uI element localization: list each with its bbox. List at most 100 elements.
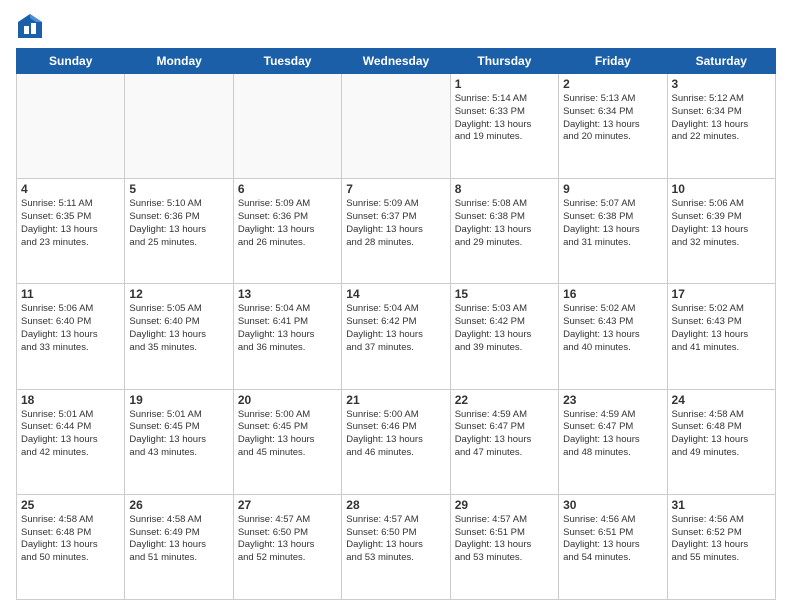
day-info: Sunrise: 5:06 AM Sunset: 6:39 PM Dayligh… [672, 198, 771, 249]
calendar-cell: 27 Sunrise: 4:57 AM Sunset: 6:50 PM Dayli… [233, 494, 341, 599]
day-number: 28 [346, 498, 445, 512]
calendar-cell: 24 Sunrise: 4:58 AM Sunset: 6:48 PM Dayli… [667, 389, 775, 494]
calendar-cell: 23Sunrise: 4:59 AM Sunset: 6:47 PM Dayli… [559, 389, 667, 494]
day-number: 10 [672, 182, 771, 196]
day-info: Sunrise: 5:03 AM Sunset: 6:42 PM Dayligh… [455, 303, 554, 354]
day-number: 20 [238, 393, 337, 407]
calendar-cell: 30Sunrise: 4:56 AM Sunset: 6:51 PM Dayli… [559, 494, 667, 599]
day-info: Sunrise: 4:57 AM Sunset: 6:51 PM Dayligh… [455, 514, 554, 565]
day-number: 16 [563, 287, 662, 301]
day-info: Sunrise: 5:00 AM Sunset: 6:46 PM Dayligh… [346, 409, 445, 460]
calendar-header-friday: Friday [559, 49, 667, 74]
calendar-cell: 29 Sunrise: 4:57 AM Sunset: 6:51 PM Dayli… [450, 494, 558, 599]
day-number: 26 [129, 498, 228, 512]
day-info: Sunrise: 5:12 AM Sunset: 6:34 PM Dayligh… [672, 93, 771, 144]
day-number: 31 [672, 498, 771, 512]
day-info: Sunrise: 5:01 AM Sunset: 6:45 PM Dayligh… [129, 409, 228, 460]
logo [16, 12, 48, 40]
calendar-header-sunday: Sunday [17, 49, 125, 74]
day-number: 23 [563, 393, 662, 407]
day-number: 8 [455, 182, 554, 196]
day-number: 12 [129, 287, 228, 301]
calendar-cell: 9 Sunrise: 5:07 AM Sunset: 6:38 PM Daylig… [559, 179, 667, 284]
page: SundayMondayTuesdayWednesdayThursdayFrid… [0, 0, 792, 612]
calendar-cell: 17 Sunrise: 5:02 AM Sunset: 6:43 PM Dayli… [667, 284, 775, 389]
calendar-cell: 16 Sunrise: 5:02 AM Sunset: 6:43 PM Dayli… [559, 284, 667, 389]
calendar-cell: 2Sunrise: 5:13 AM Sunset: 6:34 PM Daylig… [559, 74, 667, 179]
calendar-cell: 18 Sunrise: 5:01 AM Sunset: 6:44 PM Dayli… [17, 389, 125, 494]
day-info: Sunrise: 5:05 AM Sunset: 6:40 PM Dayligh… [129, 303, 228, 354]
calendar-header-wednesday: Wednesday [342, 49, 450, 74]
day-info: Sunrise: 5:09 AM Sunset: 6:37 PM Dayligh… [346, 198, 445, 249]
calendar-week-4: 25Sunrise: 4:58 AM Sunset: 6:48 PM Dayli… [17, 494, 776, 599]
day-info: Sunrise: 5:10 AM Sunset: 6:36 PM Dayligh… [129, 198, 228, 249]
calendar-cell: 12 Sunrise: 5:05 AM Sunset: 6:40 PM Dayli… [125, 284, 233, 389]
day-number: 4 [21, 182, 120, 196]
day-number: 18 [21, 393, 120, 407]
day-number: 17 [672, 287, 771, 301]
day-number: 22 [455, 393, 554, 407]
day-number: 15 [455, 287, 554, 301]
day-number: 27 [238, 498, 337, 512]
day-info: Sunrise: 4:57 AM Sunset: 6:50 PM Dayligh… [346, 514, 445, 565]
calendar-cell: 21 Sunrise: 5:00 AM Sunset: 6:46 PM Dayli… [342, 389, 450, 494]
day-info: Sunrise: 5:04 AM Sunset: 6:41 PM Dayligh… [238, 303, 337, 354]
day-info: Sunrise: 4:58 AM Sunset: 6:49 PM Dayligh… [129, 514, 228, 565]
day-info: Sunrise: 4:58 AM Sunset: 6:48 PM Dayligh… [672, 409, 771, 460]
day-info: Sunrise: 4:56 AM Sunset: 6:52 PM Dayligh… [672, 514, 771, 565]
calendar-header-monday: Monday [125, 49, 233, 74]
calendar-header-thursday: Thursday [450, 49, 558, 74]
logo-icon [16, 12, 44, 40]
day-info: Sunrise: 5:06 AM Sunset: 6:40 PM Dayligh… [21, 303, 120, 354]
day-number: 29 [455, 498, 554, 512]
day-number: 6 [238, 182, 337, 196]
day-number: 25 [21, 498, 120, 512]
day-number: 13 [238, 287, 337, 301]
calendar-cell: 14 Sunrise: 5:04 AM Sunset: 6:42 PM Dayli… [342, 284, 450, 389]
calendar-header-saturday: Saturday [667, 49, 775, 74]
day-info: Sunrise: 5:01 AM Sunset: 6:44 PM Dayligh… [21, 409, 120, 460]
day-number: 3 [672, 77, 771, 91]
day-number: 21 [346, 393, 445, 407]
calendar-cell [125, 74, 233, 179]
day-info: Sunrise: 4:57 AM Sunset: 6:50 PM Dayligh… [238, 514, 337, 565]
day-info: Sunrise: 5:04 AM Sunset: 6:42 PM Dayligh… [346, 303, 445, 354]
day-number: 19 [129, 393, 228, 407]
calendar-cell: 8 Sunrise: 5:08 AM Sunset: 6:38 PM Daylig… [450, 179, 558, 284]
day-number: 7 [346, 182, 445, 196]
calendar-cell [17, 74, 125, 179]
calendar-table: SundayMondayTuesdayWednesdayThursdayFrid… [16, 48, 776, 600]
calendar-header-tuesday: Tuesday [233, 49, 341, 74]
day-number: 9 [563, 182, 662, 196]
day-info: Sunrise: 4:56 AM Sunset: 6:51 PM Dayligh… [563, 514, 662, 565]
day-number: 2 [563, 77, 662, 91]
calendar-cell: 19 Sunrise: 5:01 AM Sunset: 6:45 PM Dayli… [125, 389, 233, 494]
day-info: Sunrise: 5:02 AM Sunset: 6:43 PM Dayligh… [672, 303, 771, 354]
header [16, 12, 776, 40]
calendar-cell: 20 Sunrise: 5:00 AM Sunset: 6:45 PM Dayli… [233, 389, 341, 494]
day-info: Sunrise: 5:11 AM Sunset: 6:35 PM Dayligh… [21, 198, 120, 249]
calendar-week-2: 11Sunrise: 5:06 AM Sunset: 6:40 PM Dayli… [17, 284, 776, 389]
calendar-cell: 1Sunrise: 5:14 AM Sunset: 6:33 PM Daylig… [450, 74, 558, 179]
calendar-cell: 13 Sunrise: 5:04 AM Sunset: 6:41 PM Dayli… [233, 284, 341, 389]
calendar-week-0: 1Sunrise: 5:14 AM Sunset: 6:33 PM Daylig… [17, 74, 776, 179]
day-number: 5 [129, 182, 228, 196]
calendar-cell [342, 74, 450, 179]
day-info: Sunrise: 5:14 AM Sunset: 6:33 PM Dayligh… [455, 93, 554, 144]
day-info: Sunrise: 5:09 AM Sunset: 6:36 PM Dayligh… [238, 198, 337, 249]
calendar-cell: 10 Sunrise: 5:06 AM Sunset: 6:39 PM Dayli… [667, 179, 775, 284]
calendar-cell: 3 Sunrise: 5:12 AM Sunset: 6:34 PM Daylig… [667, 74, 775, 179]
calendar-week-3: 18 Sunrise: 5:01 AM Sunset: 6:44 PM Dayli… [17, 389, 776, 494]
day-number: 14 [346, 287, 445, 301]
calendar-cell: 22 Sunrise: 4:59 AM Sunset: 6:47 PM Dayli… [450, 389, 558, 494]
calendar-cell: 11Sunrise: 5:06 AM Sunset: 6:40 PM Dayli… [17, 284, 125, 389]
day-number: 24 [672, 393, 771, 407]
day-info: Sunrise: 5:02 AM Sunset: 6:43 PM Dayligh… [563, 303, 662, 354]
calendar-header-row: SundayMondayTuesdayWednesdayThursdayFrid… [17, 49, 776, 74]
day-info: Sunrise: 5:00 AM Sunset: 6:45 PM Dayligh… [238, 409, 337, 460]
day-info: Sunrise: 5:07 AM Sunset: 6:38 PM Dayligh… [563, 198, 662, 249]
calendar-cell: 4 Sunrise: 5:11 AM Sunset: 6:35 PM Daylig… [17, 179, 125, 284]
day-info: Sunrise: 5:08 AM Sunset: 6:38 PM Dayligh… [455, 198, 554, 249]
calendar-cell: 28 Sunrise: 4:57 AM Sunset: 6:50 PM Dayli… [342, 494, 450, 599]
day-info: Sunrise: 4:59 AM Sunset: 6:47 PM Dayligh… [455, 409, 554, 460]
